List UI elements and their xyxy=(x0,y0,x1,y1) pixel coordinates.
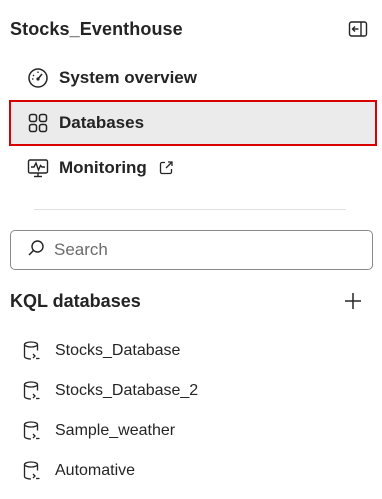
sidebar-header: Stocks_Eventhouse xyxy=(10,15,372,43)
search-icon xyxy=(27,239,45,262)
divider xyxy=(34,209,346,210)
database-name: Stocks_Database_2 xyxy=(55,382,199,399)
database-name: Sample_weather xyxy=(55,422,176,439)
gauge-icon xyxy=(27,67,49,89)
plus-icon xyxy=(345,293,361,309)
page-title: Stocks_Eventhouse xyxy=(10,18,183,39)
database-item[interactable]: Sample_weather xyxy=(22,417,175,445)
search-box[interactable] xyxy=(10,230,373,270)
kql-database-icon xyxy=(22,460,42,482)
open-external-icon xyxy=(158,160,174,176)
nav-item-label: System overview xyxy=(59,68,197,87)
database-item[interactable]: Stocks_Database_2 xyxy=(22,377,198,405)
monitor-pulse-icon xyxy=(27,157,49,179)
eventhouse-sidebar: Stocks_Eventhouse System overview Databa… xyxy=(0,0,382,499)
database-item[interactable]: Stocks_Database xyxy=(22,337,180,365)
database-item[interactable]: Automative xyxy=(22,457,135,485)
collapse-pane-icon xyxy=(348,21,368,37)
nav-item-system-overview[interactable]: System overview xyxy=(10,56,376,100)
section-title: KQL databases xyxy=(10,290,141,311)
nav-item-monitoring[interactable]: Monitoring xyxy=(10,146,376,190)
nav-item-label: Databases xyxy=(59,113,145,132)
kql-databases-header: KQL databases xyxy=(10,286,366,316)
add-database-button[interactable] xyxy=(340,288,366,314)
search-input[interactable] xyxy=(54,240,334,260)
kql-database-icon xyxy=(22,420,42,442)
nav-item-label: Monitoring xyxy=(59,158,147,177)
collapse-pane-button[interactable] xyxy=(345,16,371,42)
kql-database-icon xyxy=(22,380,42,402)
database-name: Stocks_Database xyxy=(55,342,181,359)
grid-icon xyxy=(27,112,49,134)
nav-item-databases[interactable]: Databases xyxy=(9,100,377,146)
kql-database-icon xyxy=(22,340,42,362)
database-name: Automative xyxy=(55,462,136,479)
